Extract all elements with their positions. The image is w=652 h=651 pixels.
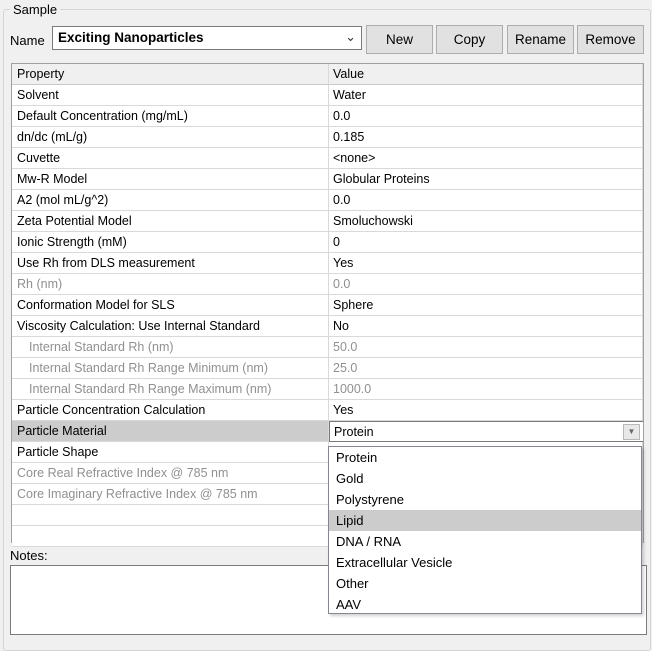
property-name: Internal Standard Rh (nm) (12, 337, 329, 358)
sample-name-combobox[interactable]: Exciting Nanoparticles ⌄ (52, 26, 362, 50)
dropdown-option[interactable]: AAV (329, 594, 641, 615)
property-name: Use Rh from DLS measurement (12, 253, 329, 274)
property-value-text: Smoluchowski (333, 214, 413, 228)
table-row[interactable]: Ionic Strength (mM) 0 (12, 232, 643, 253)
dropdown-option[interactable]: Other (329, 573, 641, 594)
table-row[interactable]: dn/dc (mL/g) 0.185 (12, 127, 643, 148)
property-value-text: 0.185 (333, 130, 365, 144)
table-row[interactable]: Particle Concentration Calculation Yes (12, 400, 643, 421)
property-name: Viscosity Calculation: Use Internal Stan… (12, 316, 329, 337)
property-value[interactable]: 25.0 (329, 358, 643, 379)
property-value[interactable]: 0.0 (329, 274, 643, 295)
empty-cell (12, 526, 329, 547)
property-value[interactable]: Protein ▼ (329, 421, 643, 442)
property-name: Zeta Potential Model (12, 211, 329, 232)
property-value[interactable]: 0 (329, 232, 643, 253)
property-name: Mw-R Model (12, 169, 329, 190)
name-label: Name (10, 33, 45, 48)
property-value-text: Yes (333, 256, 354, 270)
dropdown-arrow-icon[interactable]: ▼ (623, 424, 640, 440)
property-value-text: 0.0 (333, 277, 351, 291)
table-row[interactable]: Internal Standard Rh Range Minimum (nm) 2… (12, 358, 643, 379)
grid-header: Property Value (12, 64, 643, 85)
property-name: Internal Standard Rh Range Minimum (nm) (12, 358, 329, 379)
property-value[interactable]: 50.0 (329, 337, 643, 358)
table-row[interactable]: Use Rh from DLS measurement Yes (12, 253, 643, 274)
table-row[interactable]: Default Concentration (mg/mL) 0.0 (12, 106, 643, 127)
property-name: Core Real Refractive Index @ 785 nm (12, 463, 329, 484)
property-name: Ionic Strength (mM) (12, 232, 329, 253)
dropdown-option[interactable]: Protein (329, 447, 641, 468)
property-value-text: Yes (333, 403, 354, 417)
property-name: Conformation Model for SLS (12, 295, 329, 316)
property-name: Rh (nm) (12, 274, 329, 295)
property-value[interactable]: Globular Proteins (329, 169, 643, 190)
property-value-text: Sphere (333, 298, 374, 312)
chevron-down-icon[interactable]: ⌄ (345, 29, 356, 45)
property-value-text: 1000.0 (333, 382, 372, 396)
copy-button[interactable]: Copy (436, 25, 503, 54)
group-title: Sample (10, 2, 61, 17)
property-value[interactable]: Water (329, 85, 643, 106)
property-value[interactable]: 0.0 (329, 190, 643, 211)
property-value[interactable]: Sphere (329, 295, 643, 316)
property-name: Core Imaginary Refractive Index @ 785 nm (12, 484, 329, 505)
table-row[interactable]: Zeta Potential Model Smoluchowski (12, 211, 643, 232)
table-row[interactable]: Internal Standard Rh (nm) 50.0 (12, 337, 643, 358)
property-value[interactable]: 1000.0 (329, 379, 643, 400)
property-name: Particle Shape (12, 442, 329, 463)
property-name: Particle Concentration Calculation (12, 400, 329, 421)
property-value-text: Water (333, 88, 366, 102)
property-value-text: 25.0 (333, 361, 358, 375)
table-row[interactable]: Conformation Model for SLS Sphere (12, 295, 643, 316)
table-row[interactable]: Cuvette <none> (12, 148, 643, 169)
property-name: Particle Material (12, 421, 329, 442)
notes-label: Notes: (10, 548, 48, 563)
property-value[interactable]: 0.0 (329, 106, 643, 127)
property-value-text: <none> (333, 151, 376, 165)
dropdown-option[interactable]: Extracellular Vesicle (329, 552, 641, 573)
table-row[interactable]: Solvent Water (12, 85, 643, 106)
property-name: dn/dc (mL/g) (12, 127, 329, 148)
property-value[interactable]: Yes (329, 400, 643, 421)
property-name: Default Concentration (mg/mL) (12, 106, 329, 127)
dropdown-option[interactable]: Lipid (329, 510, 641, 531)
value-column-header: Value (329, 64, 643, 85)
property-value-text: 0 (333, 235, 340, 249)
table-row[interactable]: Internal Standard Rh Range Maximum (nm) 1… (12, 379, 643, 400)
property-value-text: Protein (334, 425, 374, 439)
property-value-text: 0.0 (333, 193, 351, 207)
dropdown-option[interactable]: Polystyrene (329, 489, 641, 510)
table-row[interactable]: Rh (nm) 0.0 (12, 274, 643, 295)
property-name: Internal Standard Rh Range Maximum (nm) (12, 379, 329, 400)
property-value-text: No (333, 319, 349, 333)
property-value-text: 0.0 (333, 109, 351, 123)
remove-button[interactable]: Remove (577, 25, 644, 54)
particle-material-dropdown-list[interactable]: Protein Gold Polystyrene Lipid DNA / RNA Extr… (328, 446, 642, 614)
property-value-text: Globular Proteins (333, 172, 430, 186)
table-row[interactable]: Viscosity Calculation: Use Internal Stan… (12, 316, 643, 337)
property-name: Cuvette (12, 148, 329, 169)
rename-button[interactable]: Rename (507, 25, 574, 54)
property-value-text: 50.0 (333, 340, 358, 354)
property-column-header: Property (12, 64, 329, 85)
property-value[interactable]: <none> (329, 148, 643, 169)
dropdown-option[interactable]: Gold (329, 468, 641, 489)
property-name: Solvent (12, 85, 329, 106)
sample-name-value: Exciting Nanoparticles (58, 30, 204, 45)
new-button[interactable]: New (366, 25, 433, 54)
dropdown-option[interactable]: DNA / RNA (329, 531, 641, 552)
property-name: A2 (mol mL/g^2) (12, 190, 329, 211)
table-row[interactable]: Mw-R Model Globular Proteins (12, 169, 643, 190)
property-value[interactable]: 0.185 (329, 127, 643, 148)
property-value[interactable]: Yes (329, 253, 643, 274)
empty-cell (12, 505, 329, 526)
table-row[interactable]: Particle Material Protein ▼ (12, 421, 643, 442)
table-row[interactable]: A2 (mol mL/g^2) 0.0 (12, 190, 643, 211)
property-value[interactable]: Smoluchowski (329, 211, 643, 232)
property-value[interactable]: No (329, 316, 643, 337)
